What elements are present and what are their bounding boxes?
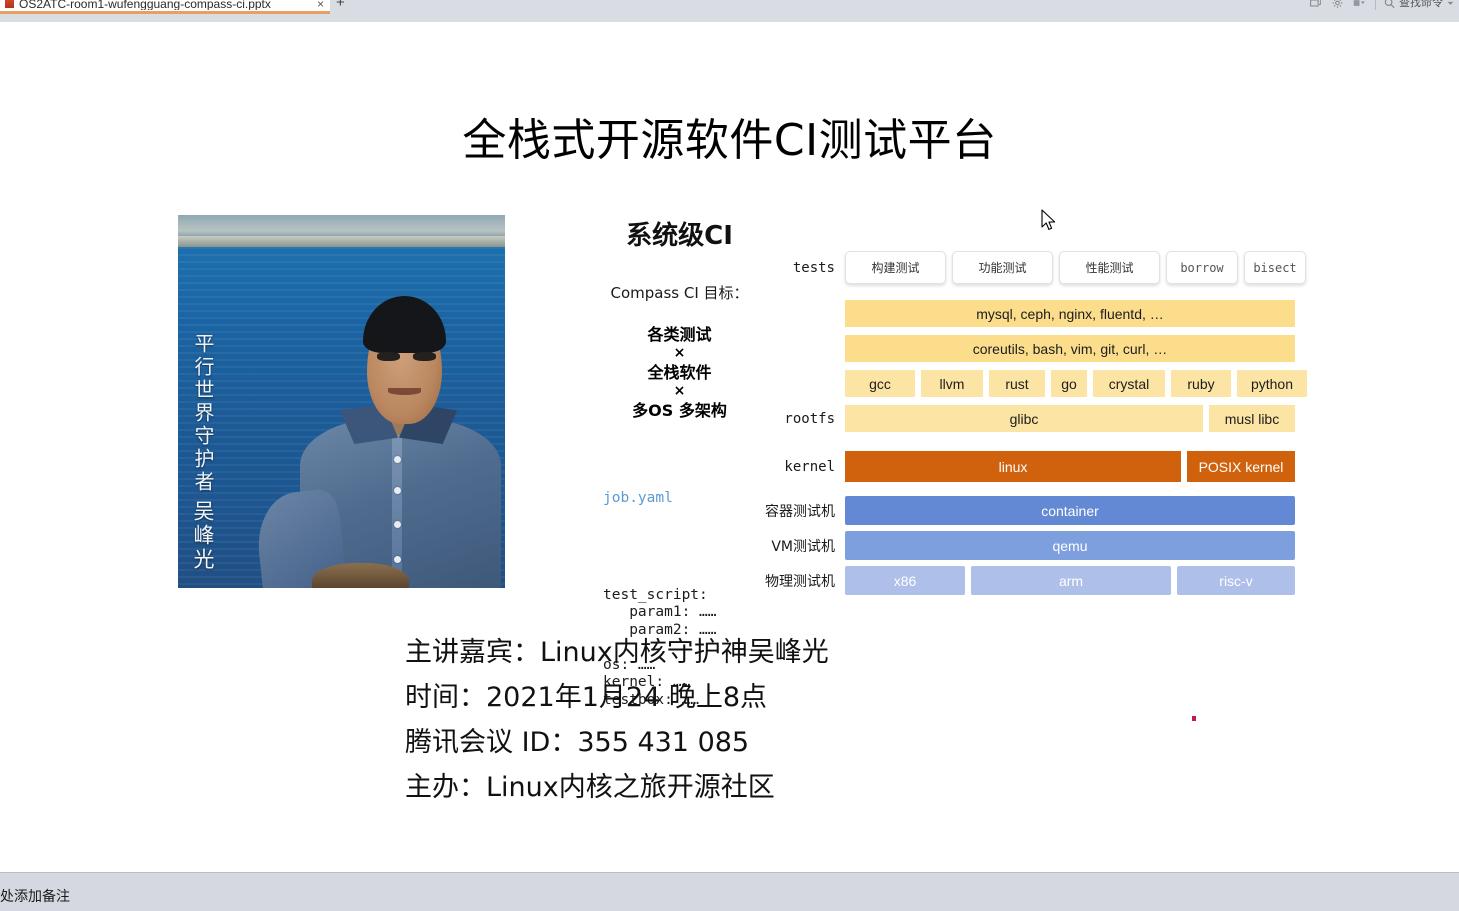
photo-eye — [412, 352, 436, 362]
stack-row: VM测试机 qemu — [745, 531, 1305, 560]
chevron-down-icon[interactable] — [1446, 0, 1455, 9]
formula-line-1: 各类测试 — [647, 325, 712, 344]
red-marker-dot — [1192, 716, 1196, 721]
photo-hair — [362, 296, 447, 353]
stack-row: coreutils, bash, vim, git, curl, … — [745, 335, 1305, 362]
event-info-block: 主讲嘉宾：Linux内核守护神吴峰光 时间：2021年1月24 晚上8点 腾讯会… — [405, 630, 829, 810]
stack-bar: mysql, ceph, nginx, fluentd, … — [845, 300, 1295, 327]
tab-pptx-document[interactable]: OS2ATC-room1-wufengguang-compass-ci.pptx… — [0, 0, 330, 14]
goal-formula: 各类测试 × 全栈软件 × 多OS 多架构 — [592, 325, 767, 420]
stack-bar: arm — [971, 566, 1171, 595]
stack-row: gcc llvm rust go crystal ruby python — [745, 370, 1307, 397]
close-icon[interactable]: × — [317, 0, 324, 10]
stack-row-label: tests — [792, 259, 835, 276]
stack-bar: container — [845, 496, 1295, 525]
stack-row-bars: 构建测试 功能测试 性能测试 borrow bisect — [845, 251, 1306, 284]
formula-times-2: × — [673, 383, 686, 399]
stack-row-bars: glibc musl libc — [845, 405, 1305, 432]
formula-times-1: × — [673, 345, 686, 361]
stack-bar: llvm — [921, 370, 983, 397]
stack-bar: musl libc — [1209, 405, 1295, 432]
stack-bar: linux — [845, 451, 1181, 482]
stack-row: kernel linux POSIX kernel — [745, 451, 1305, 482]
info-line-time: 时间：2021年1月24 晚上8点 — [405, 682, 768, 713]
powerpoint-file-icon — [4, 0, 15, 9]
layout-dropdown-icon[interactable] — [1353, 0, 1366, 9]
chrome-search-box[interactable]: 查找命令 — [1375, 0, 1455, 10]
stack-bar: qemu — [845, 531, 1295, 560]
stack-bar: POSIX kernel — [1187, 451, 1295, 482]
stack-bar: bisect — [1244, 251, 1306, 284]
stack-bar: python — [1237, 370, 1307, 397]
stack-row: 容器测试机 container — [745, 496, 1305, 525]
chrome-search-text: 查找命令 — [1399, 0, 1443, 9]
stack-bar: coreutils, bash, vim, git, curl, … — [845, 335, 1295, 362]
slide-canvas: 全栈式开源软件CI测试平台 平行世界守护者 吴峰光 系统级CI Compass … — [0, 22, 1459, 872]
stack-row-label: kernel — [784, 458, 835, 475]
stack-bar: 功能测试 — [952, 251, 1053, 284]
stack-row-bars: gcc llvm rust go crystal ruby python — [845, 370, 1307, 397]
goal-label: Compass CI 目标： — [610, 284, 749, 302]
photo-person — [253, 296, 505, 588]
photo-vertical-caption: 平行世界守护者 — [191, 333, 215, 494]
stack-row: rootfs glibc musl libc — [745, 405, 1305, 432]
stack-bar: crystal — [1093, 370, 1165, 397]
stack-bar: 构建测试 — [845, 251, 946, 284]
notes-bar[interactable]: 处添加备注 — [0, 872, 1459, 911]
stack-row-label: 容器测试机 — [765, 503, 835, 520]
photo-vertical-name: 吴峰光 — [191, 500, 215, 572]
info-line-meeting: 腾讯会议 ID：355 431 085 — [405, 727, 750, 758]
chrome-toolbar: 查找命令 — [1309, 0, 1455, 10]
window-restore-icon[interactable] — [1309, 0, 1322, 9]
stack-row-bars: mysql, ceph, nginx, fluentd, … — [845, 300, 1305, 327]
speaker-photo: 平行世界守护者 吴峰光 — [178, 215, 505, 588]
ci-stack-diagram: tests 构建测试 功能测试 性能测试 borrow bisect mysql, ceph… — [745, 215, 1307, 605]
mouse-cursor — [1041, 209, 1056, 230]
stack-row-bars: container — [845, 496, 1305, 525]
section-heading: 系统级CI — [626, 221, 733, 251]
info-line-host: 主办：Linux内核之旅开源社区 — [405, 772, 775, 803]
formula-line-3: 多OS 多架构 — [632, 401, 727, 420]
stack-bar: risc-v — [1177, 566, 1295, 595]
slide-title: 全栈式开源软件CI测试平台 — [462, 115, 997, 166]
yaml-filename: job.yaml — [603, 490, 673, 506]
middle-column: 系统级CI Compass CI 目标： 各类测试 × 全栈软件 × 多OS 多… — [592, 215, 767, 708]
stack-bar: borrow — [1166, 251, 1238, 284]
stack-row-bars: x86 arm risc-v — [845, 566, 1305, 595]
stack-row-label: VM测试机 — [771, 538, 835, 555]
stack-bar: ruby — [1171, 370, 1231, 397]
notes-field[interactable] — [0, 882, 1459, 908]
stack-row-bars: coreutils, bash, vim, git, curl, … — [845, 335, 1305, 362]
browser-chrome: OS2ATC-room1-wufengguang-compass-ci.pptx… — [0, 0, 1459, 22]
tab-title: OS2ATC-room1-wufengguang-compass-ci.pptx — [19, 0, 271, 10]
formula-line-2: 全栈软件 — [647, 363, 712, 382]
stack-bar: 性能测试 — [1059, 251, 1160, 284]
stack-row: 物理测试机 x86 arm risc-v — [745, 566, 1305, 595]
stack-row: mysql, ceph, nginx, fluentd, … — [745, 300, 1305, 327]
stack-row-label: rootfs — [784, 410, 835, 427]
stack-row-bars: qemu — [845, 531, 1305, 560]
stack-row-label: 物理测试机 — [765, 573, 835, 590]
settings-gear-icon[interactable] — [1331, 0, 1344, 9]
stack-row: tests 构建测试 功能测试 性能测试 borrow bisect — [745, 251, 1306, 284]
stack-bar: glibc — [845, 405, 1203, 432]
tab-strip: OS2ATC-room1-wufengguang-compass-ci.pptx… — [0, 0, 1459, 14]
new-tab-button[interactable]: + — [336, 0, 345, 10]
stack-bar: x86 — [845, 566, 965, 595]
photo-eye — [377, 352, 401, 362]
info-line-speaker: 主讲嘉宾：Linux内核守护神吴峰光 — [405, 637, 829, 668]
stack-row-bars: linux POSIX kernel — [845, 451, 1305, 482]
photo-shirt-placket — [391, 423, 403, 588]
search-icon — [1384, 0, 1395, 9]
stack-bar: go — [1051, 370, 1087, 397]
stack-bar: gcc — [845, 370, 915, 397]
notes-placeholder: 处添加备注 — [0, 889, 70, 905]
stack-bar: rust — [989, 370, 1045, 397]
